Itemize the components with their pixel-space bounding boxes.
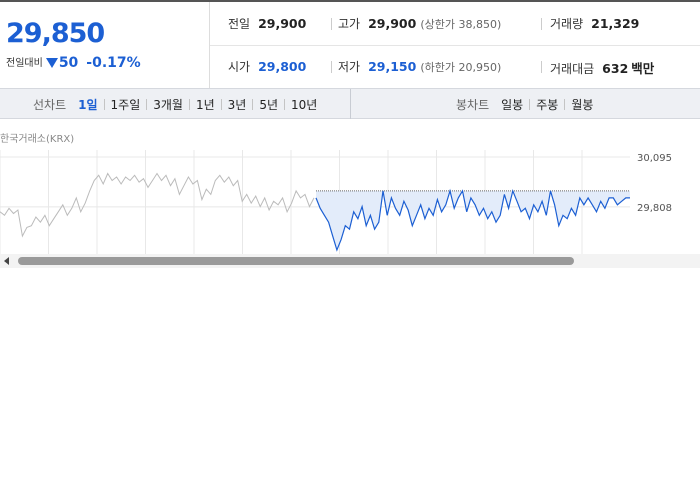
tab-monthly[interactable]: 월봉: [571, 98, 593, 112]
exchange-label: 한국거래소(KRX): [0, 134, 75, 145]
stats-row-2: 시가 29,800 저가 29,150 (하한가 20,950) 거래대금 632 백만: [210, 45, 700, 88]
tab-5y[interactable]: 5년: [259, 98, 278, 112]
tab-1d[interactable]: 1일: [78, 98, 97, 112]
stat-prev-close: 전일 29,900: [228, 16, 307, 31]
stat-trade-amount: 거래대금 632 백만: [550, 61, 655, 76]
stat-volume: 거래량 21,329: [550, 16, 640, 31]
candle-chart-label: 봉차트: [456, 98, 490, 112]
quote-header: 29,850 전일대비 50 -0.17% 전일 29,900 고가 29,900 (상한…: [0, 0, 700, 88]
chart-scrollbar[interactable]: [0, 254, 700, 268]
tab-3y[interactable]: 3년: [228, 98, 247, 112]
divider: [331, 18, 332, 30]
stat-open: 시가 29,800: [228, 59, 307, 74]
tab-daily[interactable]: 일봉: [501, 98, 523, 112]
current-price: 29,850: [6, 18, 105, 49]
change-percent: -0.17%: [86, 55, 141, 71]
change-label: 전일대비: [6, 58, 43, 69]
stat-high: 고가 29,900 (상한가 38,850): [338, 16, 502, 31]
chart-tabs: 선차트 1일 1주일 3개월 1년 3년 5년 10년 봉차트 일봉 주봉 월봉: [0, 88, 700, 119]
history-series-line: [0, 172, 315, 238]
price-summary: 29,850 전일대비 50 -0.17%: [0, 2, 210, 88]
tab-1w[interactable]: 1주일: [111, 98, 141, 112]
intraday-chart: 30,09529,80829,520: [0, 150, 700, 256]
price-stats: 전일 29,900 고가 29,900 (상한가 38,850) 거래량 21,329 …: [210, 2, 700, 88]
line-chart-label: 선차트: [33, 98, 67, 112]
y-tick-label: 29,808: [637, 203, 672, 214]
down-triangle-icon: [45, 58, 58, 68]
tab-weekly[interactable]: 주봉: [536, 98, 558, 112]
tab-3m[interactable]: 3개월: [153, 98, 183, 112]
tabs-divider: [350, 89, 351, 119]
chart-svg: 30,09529,80829,520: [0, 150, 672, 256]
stat-low: 저가 29,150 (하한가 20,950): [338, 59, 502, 74]
line-chart-tabs: 선차트 1일 1주일 3개월 1년 3년 5년 10년: [33, 96, 317, 113]
tab-10y[interactable]: 10년: [291, 98, 317, 112]
divider: [541, 18, 542, 30]
tab-1y[interactable]: 1년: [196, 98, 215, 112]
scroll-left-icon[interactable]: [4, 257, 9, 265]
stats-row-1: 전일 29,900 고가 29,900 (상한가 38,850) 거래량 21,329: [210, 2, 700, 46]
divider: [541, 61, 542, 73]
change-summary: 전일대비 50 -0.17%: [6, 54, 141, 71]
change-value: 50: [58, 55, 79, 71]
divider: [331, 61, 332, 73]
y-tick-label: 30,095: [637, 153, 672, 164]
scroll-thumb[interactable]: [18, 257, 574, 265]
candle-chart-tabs: 봉차트 일봉 주봉 월봉: [456, 96, 593, 113]
today-series-fill: [316, 190, 630, 250]
